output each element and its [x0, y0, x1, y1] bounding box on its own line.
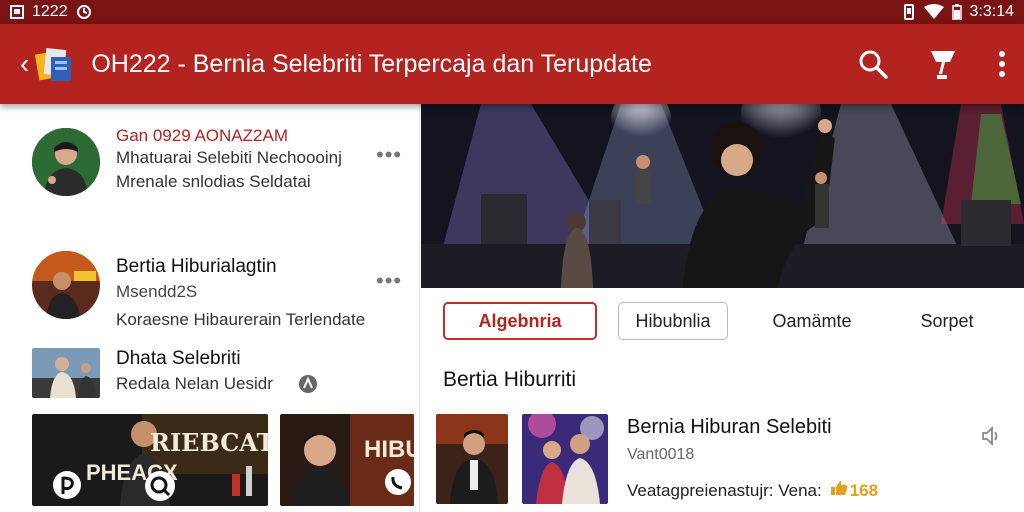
hero-banner-image[interactable]: [421, 104, 1024, 288]
speaker-icon[interactable]: [980, 424, 1004, 453]
search-badge-icon: [144, 470, 176, 506]
trophy-icon[interactable]: [928, 48, 958, 80]
tab-sorpet[interactable]: Sorpet: [897, 302, 997, 340]
verified-icon: [298, 374, 318, 399]
news-subtitle: Vant0018: [627, 446, 695, 463]
app-bar-actions: [858, 48, 1006, 80]
news-thumbnail[interactable]: [522, 414, 608, 504]
left-feed-panel: Gan 0929 AONAZ2AM Mhatuarai Selebiti Nec…: [0, 104, 420, 512]
status-right: 3:3:14: [902, 3, 1014, 21]
status-left: 1222: [10, 3, 92, 21]
tab-oamamte[interactable]: Oamämte: [757, 302, 867, 340]
item-title: Gan 0929 AONAZ2AM: [116, 126, 288, 145]
thumbnail-caption: HIBU: [364, 436, 414, 463]
tab-algebnria[interactable]: Algebnria: [443, 302, 597, 340]
thumbnail-caption: RIEBCATRITI: [150, 428, 268, 457]
right-content-panel: Algebnria Hibubnlia Oamämte Sorpet Berti…: [421, 104, 1024, 512]
section-title: Bertia Hiburriti: [443, 368, 577, 391]
play-badge-icon: [52, 470, 82, 505]
list-item[interactable]: Dhata Selebriti Redala Nelan Uesidr: [0, 344, 420, 404]
app-bar: ‹ OH222 - Bernia Selebriti Terpercaja da…: [0, 24, 1024, 104]
like-count: 168: [849, 480, 879, 500]
share-badge-icon: [384, 468, 412, 501]
avatar: [32, 251, 100, 319]
video-thumbnail[interactable]: HIBU: [280, 414, 414, 506]
status-bar: 1222 3:3:14: [0, 0, 1024, 24]
item-subtitle: Mhatuarai Selebiti Nechoooinj: [116, 148, 342, 167]
sync-icon: [76, 4, 92, 20]
item-description: Koraesne Hibaurerain Terlendate: [116, 310, 366, 329]
item-subtitle: Redala Nelan Uesidr: [116, 374, 273, 393]
like-badge[interactable]: 168: [830, 480, 878, 501]
app-title: OH222 - Bernia Selebriti Terpercaja dan …: [91, 49, 652, 78]
avatar: [32, 128, 100, 196]
more-options-icon[interactable]: •••: [376, 142, 402, 168]
notification-icon: [10, 5, 24, 19]
item-description: Mrenale snlodias Seldatai: [116, 172, 311, 191]
news-meta-text: Veatagpreienastujr: Vena:: [627, 480, 822, 500]
more-vert-icon[interactable]: [998, 50, 1006, 78]
news-title[interactable]: Bernia Hiburan Selebiti: [627, 416, 832, 439]
more-options-icon[interactable]: •••: [376, 268, 402, 294]
thumbs-up-icon: [830, 480, 848, 501]
item-subtitle: Msendd2S: [116, 282, 198, 301]
list-item[interactable]: Bertia Hiburialagtin Msendd2S Koraesne H…: [0, 244, 420, 344]
video-thumbnail[interactable]: RIEBCATRITI PHEACX: [32, 414, 268, 506]
list-item[interactable]: Gan 0929 AONAZ2AM Mhatuarai Selebiti Nec…: [0, 104, 420, 214]
tab-hibubnlia[interactable]: Hibubnlia: [618, 302, 728, 340]
news-meta: Veatagpreienastujr: Vena: 168: [627, 480, 878, 501]
item-title: Bertia Hiburialagtin: [116, 256, 277, 277]
status-clock: 3:3:14: [969, 3, 1014, 20]
battery-icon: [951, 4, 962, 20]
item-title: Dhata Selebriti: [116, 348, 241, 369]
vibrate-icon: [902, 4, 916, 20]
app-logo-icon: [33, 43, 75, 85]
status-time: 1222: [32, 3, 68, 20]
news-thumbnail[interactable]: [436, 414, 508, 504]
back-arrow-icon[interactable]: ‹: [20, 48, 29, 80]
wifi-icon: [923, 4, 944, 20]
item-thumbnail: [32, 348, 100, 398]
category-tabs: Algebnria Hibubnlia Oamämte Sorpet: [421, 302, 1024, 344]
search-icon[interactable]: [858, 49, 888, 79]
